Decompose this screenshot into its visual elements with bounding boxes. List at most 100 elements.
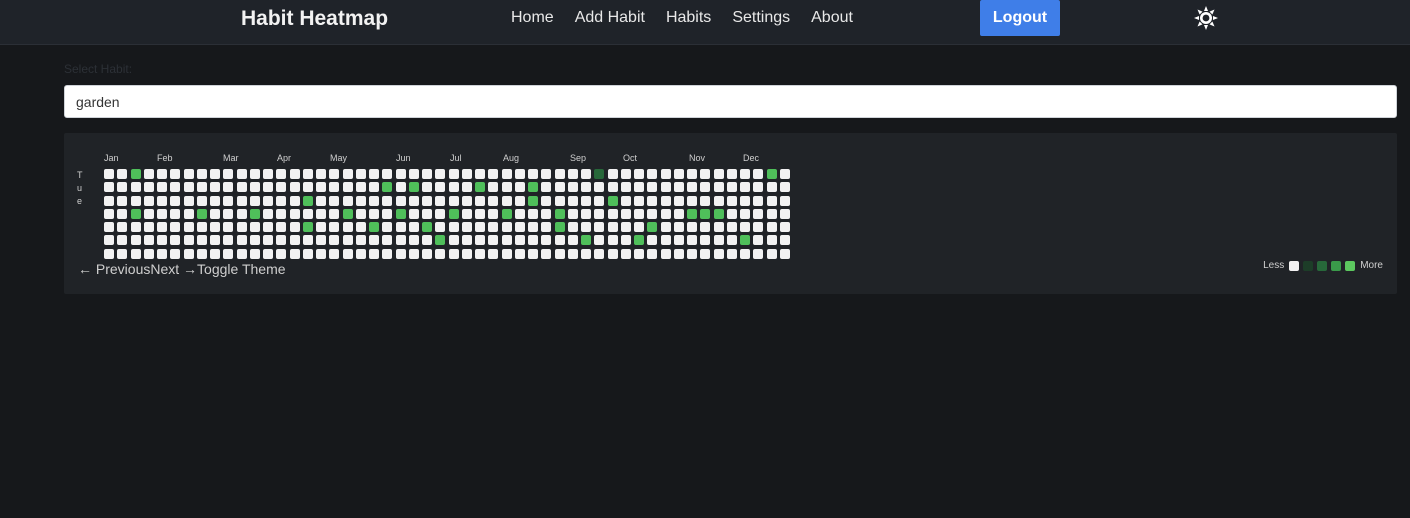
heatmap-cell[interactable] [740, 182, 750, 193]
heatmap-cell[interactable] [779, 248, 790, 259]
heatmap-cell[interactable] [687, 169, 697, 179]
heatmap-cell[interactable] [223, 248, 234, 259]
heatmap-cell[interactable] [475, 182, 485, 193]
brand-title[interactable]: Habit Heatmap [241, 7, 388, 31]
heatmap-cell[interactable] [263, 222, 273, 232]
heatmap-cell[interactable] [634, 195, 644, 206]
heatmap-cell[interactable] [408, 169, 419, 179]
heatmap-cell[interactable] [369, 235, 379, 246]
heatmap-cell[interactable] [753, 182, 764, 193]
heatmap-cell[interactable] [342, 182, 353, 193]
heatmap-cell[interactable] [196, 195, 207, 206]
heatmap-cell[interactable] [475, 208, 485, 219]
heatmap-cell[interactable] [183, 235, 194, 246]
heatmap-cell[interactable] [408, 235, 419, 246]
heatmap-cell[interactable] [475, 169, 485, 179]
heatmap-cell[interactable] [316, 208, 326, 219]
heatmap-cell[interactable] [541, 248, 552, 259]
heatmap-cell[interactable] [435, 182, 446, 193]
heatmap-cell[interactable] [766, 182, 777, 193]
heatmap-cell[interactable] [382, 182, 393, 193]
heatmap-cell[interactable] [581, 182, 591, 193]
heatmap-cell[interactable] [422, 208, 432, 219]
heatmap-cell[interactable] [779, 182, 790, 193]
heatmap-cell[interactable] [249, 195, 260, 206]
heatmap-cell[interactable] [607, 195, 618, 206]
heatmap-cell[interactable] [196, 208, 207, 219]
nav-link-about[interactable]: About [811, 9, 853, 27]
heatmap-cell[interactable] [488, 208, 499, 219]
heatmap-cell[interactable] [488, 248, 499, 259]
heatmap-cell[interactable] [316, 235, 326, 246]
heatmap-cell[interactable] [183, 248, 194, 259]
heatmap-cell[interactable] [581, 169, 591, 179]
heatmap-cell[interactable] [170, 195, 181, 206]
heatmap-cell[interactable] [355, 222, 366, 232]
heatmap-cell[interactable] [395, 182, 406, 193]
heatmap-cell[interactable] [620, 248, 631, 259]
heatmap-cell[interactable] [647, 235, 658, 246]
heatmap-cell[interactable] [316, 169, 326, 179]
heatmap-cell[interactable] [355, 248, 366, 259]
heatmap-cell[interactable] [435, 248, 446, 259]
heatmap-cell[interactable] [196, 182, 207, 193]
heatmap-cell[interactable] [143, 169, 154, 179]
heatmap-cell[interactable] [329, 222, 340, 232]
heatmap-cell[interactable] [157, 248, 167, 259]
heatmap-cell[interactable] [289, 182, 300, 193]
heatmap-cell[interactable] [210, 169, 220, 179]
heatmap-cell[interactable] [554, 222, 565, 232]
heatmap-cell[interactable] [143, 248, 154, 259]
heatmap-cell[interactable] [740, 235, 750, 246]
heatmap-cell[interactable] [461, 208, 472, 219]
heatmap-cell[interactable] [196, 222, 207, 232]
heatmap-cell[interactable] [607, 169, 618, 179]
heatmap-cell[interactable] [501, 248, 512, 259]
heatmap-cell[interactable] [196, 169, 207, 179]
nav-link-home[interactable]: Home [511, 9, 554, 27]
heatmap-cell[interactable] [766, 222, 777, 232]
heatmap-cell[interactable] [448, 182, 459, 193]
heatmap-cell[interactable] [355, 169, 366, 179]
heatmap-cell[interactable] [143, 222, 154, 232]
heatmap-cell[interactable] [713, 208, 724, 219]
heatmap-cell[interactable] [236, 182, 247, 193]
heatmap-cell[interactable] [567, 235, 578, 246]
heatmap-cell[interactable] [355, 195, 366, 206]
heatmap-cell[interactable] [395, 169, 406, 179]
heatmap-cell[interactable] [223, 195, 234, 206]
heatmap-cell[interactable] [196, 248, 207, 259]
heatmap-cell[interactable] [408, 182, 419, 193]
heatmap-cell[interactable] [713, 169, 724, 179]
heatmap-cell[interactable] [528, 195, 538, 206]
heatmap-cell[interactable] [660, 182, 671, 193]
heatmap-cell[interactable] [130, 208, 141, 219]
heatmap-cell[interactable] [753, 195, 764, 206]
heatmap-cell[interactable] [713, 248, 724, 259]
heatmap-cell[interactable] [541, 222, 552, 232]
sun-icon[interactable] [1194, 6, 1218, 30]
heatmap-cell[interactable] [210, 195, 220, 206]
heatmap-cell[interactable] [369, 195, 379, 206]
heatmap-cell[interactable] [236, 222, 247, 232]
heatmap-cell[interactable] [448, 195, 459, 206]
heatmap-cell[interactable] [170, 182, 181, 193]
heatmap-cell[interactable] [620, 182, 631, 193]
heatmap-cell[interactable] [581, 208, 591, 219]
heatmap-cell[interactable] [726, 169, 737, 179]
heatmap-cell[interactable] [382, 235, 393, 246]
heatmap-cell[interactable] [249, 182, 260, 193]
heatmap-cell[interactable] [302, 235, 313, 246]
heatmap-cell[interactable] [355, 182, 366, 193]
heatmap-cell[interactable] [422, 248, 432, 259]
heatmap-cell[interactable] [329, 248, 340, 259]
heatmap-cell[interactable] [541, 195, 552, 206]
heatmap-cell[interactable] [766, 248, 777, 259]
heatmap-cell[interactable] [514, 222, 525, 232]
heatmap-cell[interactable] [170, 235, 181, 246]
heatmap-cell[interactable] [249, 235, 260, 246]
heatmap-cell[interactable] [329, 195, 340, 206]
heatmap-cell[interactable] [726, 235, 737, 246]
heatmap-cell[interactable] [183, 222, 194, 232]
heatmap-cell[interactable] [302, 182, 313, 193]
